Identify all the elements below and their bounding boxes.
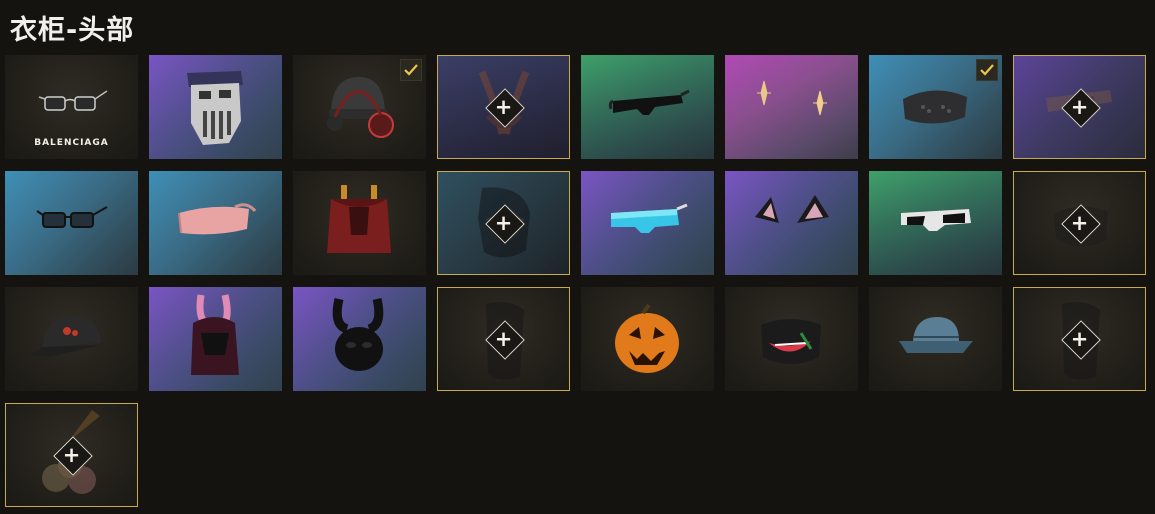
plus-icon: + [1070,211,1089,235]
wardrobe-item-21[interactable] [725,287,858,391]
plus-icon: + [494,95,513,119]
wardrobe-item-22[interactable] [869,287,1002,391]
white-sunglasses-icon [901,209,971,231]
wardrobe-grid: BALENCIAGA + + + + + + + [5,55,1146,507]
skull-mask-bandana-icon [187,71,243,145]
star-earrings-icon [757,80,827,116]
wardrobe-item-11[interactable]: + [437,171,570,275]
black-sunglasses-icon [608,89,690,115]
page-title: 衣柜-头部 [10,15,135,46]
wardrobe-item-4[interactable] [581,55,714,159]
plus-icon: + [494,327,513,351]
wardrobe-item-1[interactable] [149,55,282,159]
wardrobe-item-2[interactable] [293,55,426,159]
wardrobe-item-16[interactable] [5,287,138,391]
wardrobe-item-15[interactable]: + [1013,171,1146,275]
bunny-hood-pink-icon [191,294,239,375]
black-bunny-mask-icon [332,297,384,371]
wardrobe-item-8[interactable] [5,171,138,275]
wardrobe-item-17[interactable] [149,287,282,391]
wardrobe-item-12[interactable] [581,171,714,275]
wardrobe-item-23[interactable]: + [1013,287,1146,391]
wardrobe-item-13[interactable] [725,171,858,275]
denim-bucket-hat-icon [899,317,973,353]
mirrored-sport-glasses-icon [611,203,688,233]
wardrobe-item-6[interactable] [869,55,1002,159]
wardrobe-item-14[interactable] [869,171,1002,275]
wardrobe-item-20[interactable] [581,287,714,391]
plus-icon: + [1070,327,1089,351]
wardrobe-item-5[interactable] [725,55,858,159]
wardrobe-item-3[interactable]: + [437,55,570,159]
cat-ears-icon [755,195,829,223]
black-cap-icon [29,317,101,357]
equipped-check-icon [976,59,998,81]
wardrobe-item-10[interactable] [293,171,426,275]
equipped-check-icon [400,59,422,81]
pink-sleep-mask-icon [178,203,257,235]
pumpkin-head-icon [615,303,679,373]
plus-icon: + [1070,95,1089,119]
wardrobe-item-7[interactable]: + [1013,55,1146,159]
plus-icon: + [494,211,513,235]
plus-icon: + [62,443,81,467]
wardrobe-item-19[interactable]: + [437,287,570,391]
wardrobe-item-9[interactable] [149,171,282,275]
grin-face-mask-icon [761,319,821,364]
brand-label: BALENCIAGA [34,138,109,148]
wardrobe-item-0[interactable]: BALENCIAGA [5,55,138,159]
wardrobe-item-24[interactable]: + [5,403,138,507]
wardrobe-item-18[interactable] [293,287,426,391]
red-hood-pigtails-icon [327,185,391,253]
thin-glasses-icon [36,206,108,228]
